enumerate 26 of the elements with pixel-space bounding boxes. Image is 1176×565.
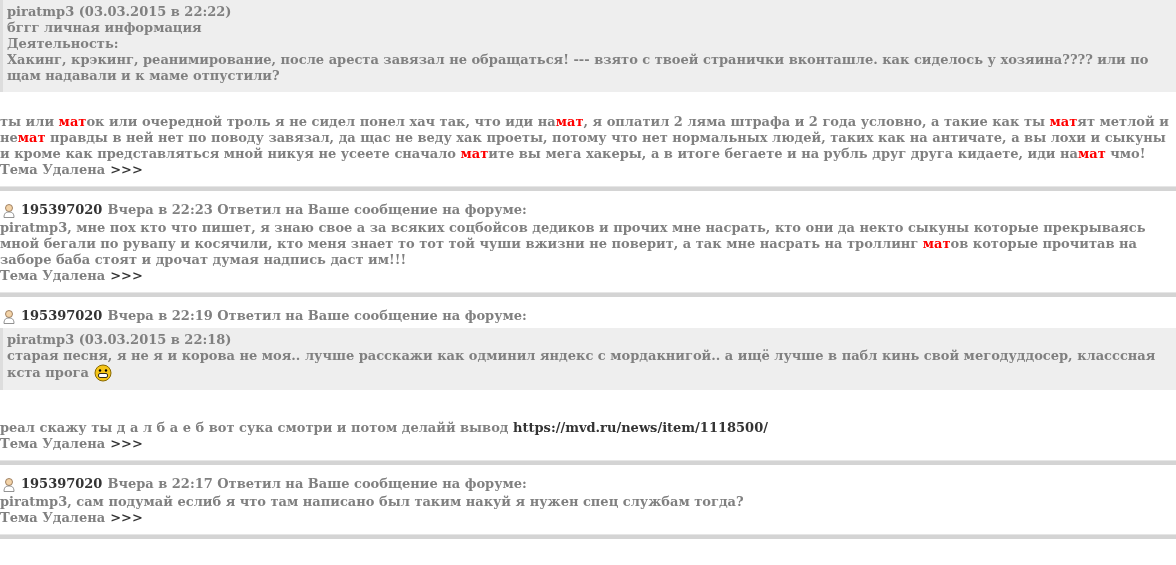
notification-meta: Вчера в 22:17 Ответил на Ваше сообщение на форуме: [107, 476, 527, 492]
status-label: Тема Удалена [0, 268, 106, 284]
status-label: Тема Удалена [0, 510, 106, 526]
user-id[interactable]: 195397020 [21, 202, 103, 218]
message-text: ты или маток или очередной троль я не сидел понел хач так, что иди намат, я оплатил 2 ляма штрафа и 2 года условно, а такие как ты матят метлой и немат правды в ней нет по поводу завязал, да щас не веду хак проеты, потому что нет нормальных людей, таких как на античате, а вы лохи и сыкуны и кроме как представляться мной никуя не усеете сначало матите вы мега хакеры, а в итоге бегаете и на рубль друг друга кидаете, иди намат чмо! [0, 114, 1170, 162]
quote-text: Хакинг, крэкинг, реанимирование, после ареста завязал не обращаться! --- взято с твоей странички вконташле. как сиделось у хозяина???? или по щам надавали и к маме отпустили? [7, 52, 1150, 84]
status-label: Тема Удалена [0, 162, 106, 178]
quote-line: бггг личная информация [7, 20, 203, 36]
quote-line: Деятельность: [7, 36, 120, 52]
user-id[interactable]: 195397020 [21, 476, 103, 492]
quote-author: piratmp3 (03.03.2015 в 22:22) [7, 4, 233, 20]
message-text: реал скажу ты д а л б а е б вот сука смотри и потом делайй вывод https://mvd.ru/news/item/1118500/ [0, 420, 769, 436]
grinning-face-icon [93, 364, 112, 382]
notification-meta: Вчера в 22:19 Ответил на Ваше сообщение на форуме: [107, 308, 527, 324]
url-link[interactable]: https://mvd.ru/news/item/1118500/ [513, 420, 768, 435]
status-label: Тема Удалена [0, 436, 106, 452]
message-text: piratmp3, мне пох кто что пишет, я знаю свое а за всяких соцбойсов дедиков и прочих мне насрать, кто они да некто сыкуны которые прекрываясь мной бегали по рувапу и косячили, кто меня знает то тот той чуши вжизни не поверит, а так мне насрать на троллинг матов которые прочитав на заборе баба стоят и дрочат думая надпись даст им!!! [0, 220, 1147, 268]
message-text: piratmp3, сам подумай еслиб я что там написано был таким накуй я нужен спец службам тогда? [0, 494, 745, 510]
quote-author: piratmp3 (03.03.2015 в 22:18) [7, 332, 233, 348]
user-id[interactable]: 195397020 [21, 308, 103, 324]
more-link[interactable]: >>> [110, 436, 143, 452]
more-link[interactable]: >>> [110, 162, 143, 178]
more-link[interactable]: >>> [110, 510, 143, 526]
quote-text: старая песня, я не я и корова не моя.. лучше расскажи как одминил яндекс с мордакнигой.. а ищё лучше в пабл кинь свой мегодуддосер, класссная кста прога [7, 348, 1157, 382]
more-link[interactable]: >>> [110, 268, 143, 284]
notification-meta: Вчера в 22:23 Ответил на Ваше сообщение на форуме: [107, 202, 527, 218]
